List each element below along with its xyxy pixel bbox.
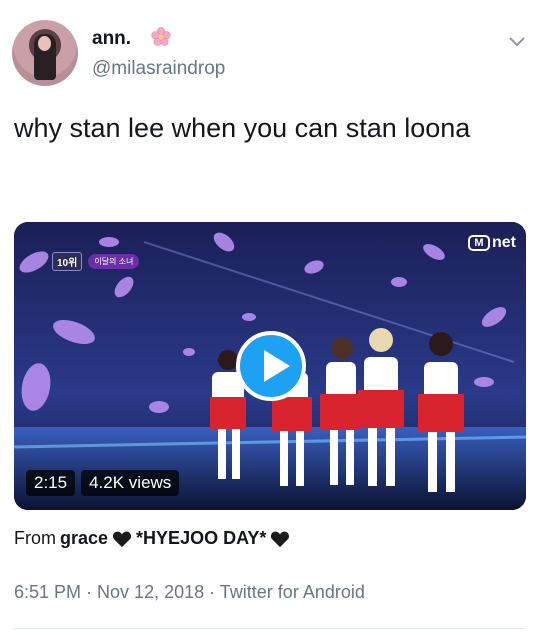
user-handle[interactable]: @milasraindrop (92, 58, 225, 80)
tweet-date[interactable]: Nov 12, 2018 (97, 582, 204, 602)
cherry-blossom-icon (151, 27, 171, 46)
source-user[interactable]: grace (60, 528, 108, 549)
rank-name: 이달의 소녀 (88, 254, 140, 269)
avatar[interactable] (12, 20, 78, 86)
broadcaster-logo-text: net (492, 234, 516, 251)
avatar-face (38, 36, 51, 51)
source-title[interactable]: *HYEJOO DAY* (136, 528, 266, 549)
tweet-text: why stan lee when you can stan loona (14, 113, 471, 143)
video-player[interactable]: 10위 이달의 소녀 M net 2:15 4.2K views (14, 222, 526, 510)
rank-badge: 10위 (52, 252, 83, 271)
broadcaster-logo: M net (468, 234, 516, 252)
play-button[interactable] (236, 331, 306, 401)
broadcaster-logo-mark: M (468, 235, 490, 251)
display-name[interactable]: ann. (92, 28, 131, 50)
video-stats: 2:15 4.2K views (26, 470, 180, 496)
meta-separator: · (204, 582, 220, 602)
source-prefix: From (14, 528, 56, 548)
black-heart-icon (113, 531, 132, 547)
video-duration: 2:15 (26, 470, 76, 496)
meta-separator: · (81, 582, 98, 602)
black-heart-icon (271, 531, 290, 547)
tweet-header: ann. @milasraindrop (12, 20, 528, 88)
chevron-down-icon[interactable] (506, 30, 528, 52)
video-source[interactable]: From grace *HYEJOO DAY* (14, 528, 290, 549)
tweet-time[interactable]: 6:51 PM (14, 582, 81, 602)
rank-banner: 10위 이달의 소녀 (52, 252, 140, 271)
tweet-metadata: 6:51 PM · Nov 12, 2018 · Twitter for And… (14, 582, 365, 603)
tweet-client[interactable]: Twitter for Android (220, 582, 365, 602)
divider (14, 628, 526, 629)
video-views: 4.2K views (81, 470, 180, 496)
play-icon (264, 350, 290, 382)
